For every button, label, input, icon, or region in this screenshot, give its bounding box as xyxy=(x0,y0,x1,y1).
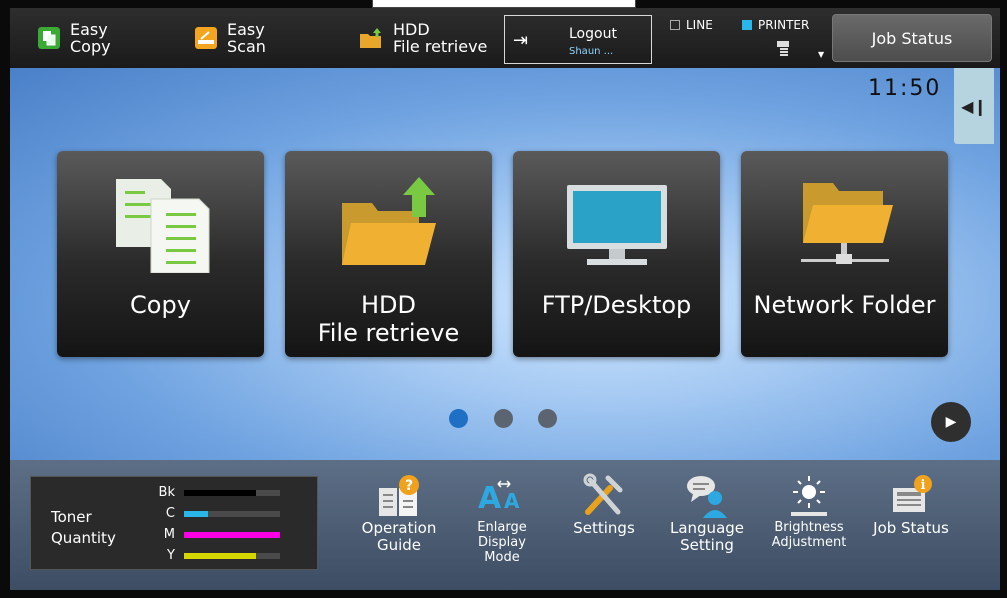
easy-scan-button[interactable]: Easy Scan xyxy=(195,8,266,68)
hdd-file-retrieve-label: HDD File retrieve xyxy=(393,20,488,56)
language-setting-label: Language Setting xyxy=(669,519,745,554)
toner-fill xyxy=(184,489,256,496)
tile-copy[interactable]: Copy xyxy=(57,151,264,357)
toner-fill xyxy=(184,510,208,517)
tile-network-folder[interactable]: Network Folder xyxy=(741,151,948,357)
svg-text:?: ? xyxy=(405,478,413,494)
tile-hdd-file-retrieve[interactable]: HDD File retrieve xyxy=(285,151,492,357)
toner-quantity-panel: Toner Quantity Bk C M Y xyxy=(30,476,318,570)
toner-code: C xyxy=(165,506,175,521)
svg-text:i: i xyxy=(921,478,926,493)
page-dot-1[interactable] xyxy=(449,409,468,428)
toner-bar xyxy=(184,552,280,559)
toner-code: Bk xyxy=(158,485,175,500)
next-page-button[interactable]: ▶ xyxy=(931,402,971,442)
easy-scan-label: Easy Scan xyxy=(227,20,266,56)
enlarge-display-icon: A A xyxy=(478,480,520,516)
device-frame: Easy Copy Easy Scan HDD File retrieve ⇥ … xyxy=(0,0,1007,598)
settings-button[interactable]: Settings xyxy=(554,472,654,537)
enlarge-display-mode-label: Enlarge Display Mode xyxy=(477,520,527,565)
printer-status-label: PRINTER xyxy=(758,18,810,32)
brightness-adjustment-button[interactable]: Brightness Adjustment xyxy=(759,472,859,550)
operation-guide-button[interactable]: ? Operation Guide xyxy=(349,472,449,554)
enlarge-display-mode-button[interactable]: A A Enlarge Display Mode xyxy=(452,472,552,565)
toner-row-m: M xyxy=(141,527,280,542)
toner-row-bk: Bk xyxy=(141,485,280,500)
toner-bar xyxy=(184,489,280,496)
toner-row-c: C xyxy=(141,506,280,521)
monitor-icon xyxy=(566,185,667,265)
toner-bar xyxy=(184,531,280,538)
settings-icon xyxy=(583,473,623,515)
printer-status-indicator xyxy=(742,20,752,30)
hdd-folder-upload-icon xyxy=(341,177,436,265)
hdd-folder-icon xyxy=(360,28,381,48)
easy-scan-icon xyxy=(195,27,217,49)
clock: 11:50 xyxy=(868,76,942,101)
toner-row-y: Y xyxy=(141,548,280,563)
operation-guide-label: Operation Guide xyxy=(361,519,437,554)
easy-copy-icon xyxy=(38,27,60,49)
job-status-bottom-button[interactable]: i Job Status xyxy=(861,472,961,537)
operation-guide-icon: ? xyxy=(379,475,419,516)
network-folder-icon xyxy=(800,183,893,264)
page-dot-2[interactable] xyxy=(494,409,513,428)
logged-in-user: Shaun ... xyxy=(569,46,614,57)
tile-ftp-desktop[interactable]: FTP/Desktop xyxy=(513,151,720,357)
printer-status: PRINTER xyxy=(742,18,809,32)
top-bar: Easy Copy Easy Scan HDD File retrieve ⇥ … xyxy=(10,8,1000,68)
brightness-adjustment-label: Brightness Adjustment xyxy=(771,520,847,550)
bottom-bar: Toner Quantity Bk C M Y ? Operation Guid… xyxy=(10,460,1000,590)
top-indicator-box xyxy=(372,0,636,8)
language-setting-button[interactable]: Language Setting xyxy=(657,472,757,554)
tile-ftp-desktop-label: FTP/Desktop xyxy=(541,291,692,319)
printer-icon xyxy=(777,41,789,56)
job-status-label: Job Status xyxy=(871,28,953,48)
side-panel-toggle[interactable]: ◀❙ xyxy=(954,68,994,144)
easy-copy-label: Easy Copy xyxy=(70,20,111,56)
logout-icon: ⇥ xyxy=(513,30,529,51)
settings-label: Settings xyxy=(573,519,635,537)
copy-icon xyxy=(115,179,209,273)
toner-bar xyxy=(184,510,280,517)
tile-network-folder-label: Network Folder xyxy=(753,291,936,319)
line-status-indicator xyxy=(670,20,680,30)
hdd-file-retrieve-button[interactable]: HDD File retrieve xyxy=(359,8,487,68)
toner-code: M xyxy=(163,527,175,542)
status-dropdown-icon[interactable]: ▼ xyxy=(818,50,824,59)
tile-hdd-file-retrieve-label: HDD File retrieve xyxy=(317,291,460,347)
page-dot-3[interactable] xyxy=(538,409,557,428)
job-status-button[interactable]: Job Status xyxy=(832,14,992,62)
collapse-left-icon: ◀❙ xyxy=(961,96,987,116)
easy-copy-button[interactable]: Easy Copy xyxy=(38,8,111,68)
language-setting-icon xyxy=(687,476,727,518)
tile-copy-label: Copy xyxy=(130,291,191,319)
line-status: LINE xyxy=(670,18,713,32)
toner-fill xyxy=(184,552,256,559)
svg-text:A: A xyxy=(478,481,502,516)
home-screen: 11:50 ◀❙ Copy HDD File retrieve FTP/Desk… xyxy=(10,68,1000,460)
line-status-label: LINE xyxy=(686,18,713,32)
toner-fill xyxy=(184,531,280,538)
toner-code: Y xyxy=(167,548,175,563)
svg-text:A: A xyxy=(504,489,520,513)
job-status-icon: i xyxy=(893,475,932,512)
brightness-icon xyxy=(791,476,827,516)
toner-title: Toner Quantity xyxy=(51,508,116,547)
job-status-bottom-label: Job Status xyxy=(873,519,949,537)
logout-label: Logout xyxy=(569,26,617,42)
logout-button[interactable]: ⇥ Logout Shaun ... xyxy=(504,15,652,64)
play-right-icon: ▶ xyxy=(945,414,957,430)
